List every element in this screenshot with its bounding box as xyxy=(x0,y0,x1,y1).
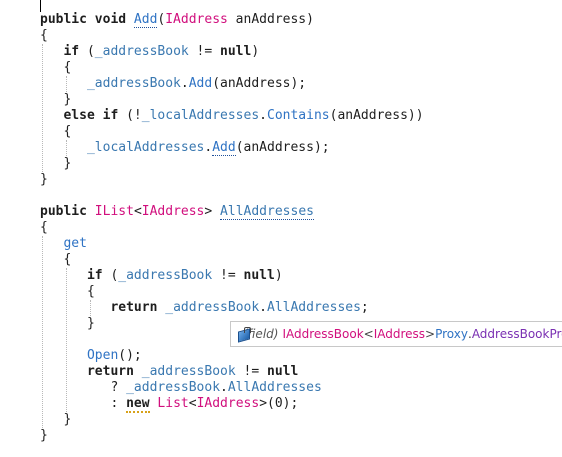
code-line: public IList<IAddress> AllAddresses xyxy=(40,204,314,220)
new-keyword: new xyxy=(126,396,150,413)
code-line: { xyxy=(40,124,72,139)
code-line: ? _addressBook.AllAddresses xyxy=(110,380,322,395)
code-line: _addressBook.Add(anAddress); xyxy=(86,76,307,91)
code-line: { xyxy=(40,220,48,235)
code-line: { xyxy=(40,28,48,43)
code-line: { xyxy=(40,60,72,75)
code-line: public void Add(IAddress anAddress) xyxy=(40,12,314,28)
code-line: return _addressBook != null xyxy=(86,364,299,379)
code-line: } xyxy=(40,172,48,187)
code-line: { xyxy=(40,284,95,299)
code-line: if (_addressBook != null) xyxy=(63,44,260,59)
code-line: { xyxy=(40,252,72,267)
code-line: _localAddresses.Add(anAddress); xyxy=(86,140,330,156)
code-line: } xyxy=(40,428,48,443)
code-editor[interactable]: public void Add(IAddress anAddress) { if… xyxy=(40,12,424,444)
code-line: return _addressBook.AllAddresses; xyxy=(110,300,369,315)
code-line: } xyxy=(40,92,72,107)
tooltip-symbol-name: AddressBookProxy._addressBook xyxy=(471,327,562,341)
code-line: Open(); xyxy=(86,348,142,363)
code-line: else if (!_localAddresses.Contains(anAdd… xyxy=(63,108,424,123)
code-line: } xyxy=(40,412,72,427)
tooltip-type: IAddressBook xyxy=(282,327,364,341)
code-line: get xyxy=(63,236,87,251)
text-cursor xyxy=(40,0,41,12)
code-line: } xyxy=(40,156,72,171)
property-name: AllAddresses xyxy=(220,204,314,220)
quickinfo-tooltip: (field) IAddressBook < IAddress > Proxy. Add… xyxy=(230,321,562,347)
method-name: Add xyxy=(133,12,158,28)
code-line: if (_addressBook != null) xyxy=(86,268,283,283)
code-line: : new List<IAddress>(0); xyxy=(110,396,299,413)
